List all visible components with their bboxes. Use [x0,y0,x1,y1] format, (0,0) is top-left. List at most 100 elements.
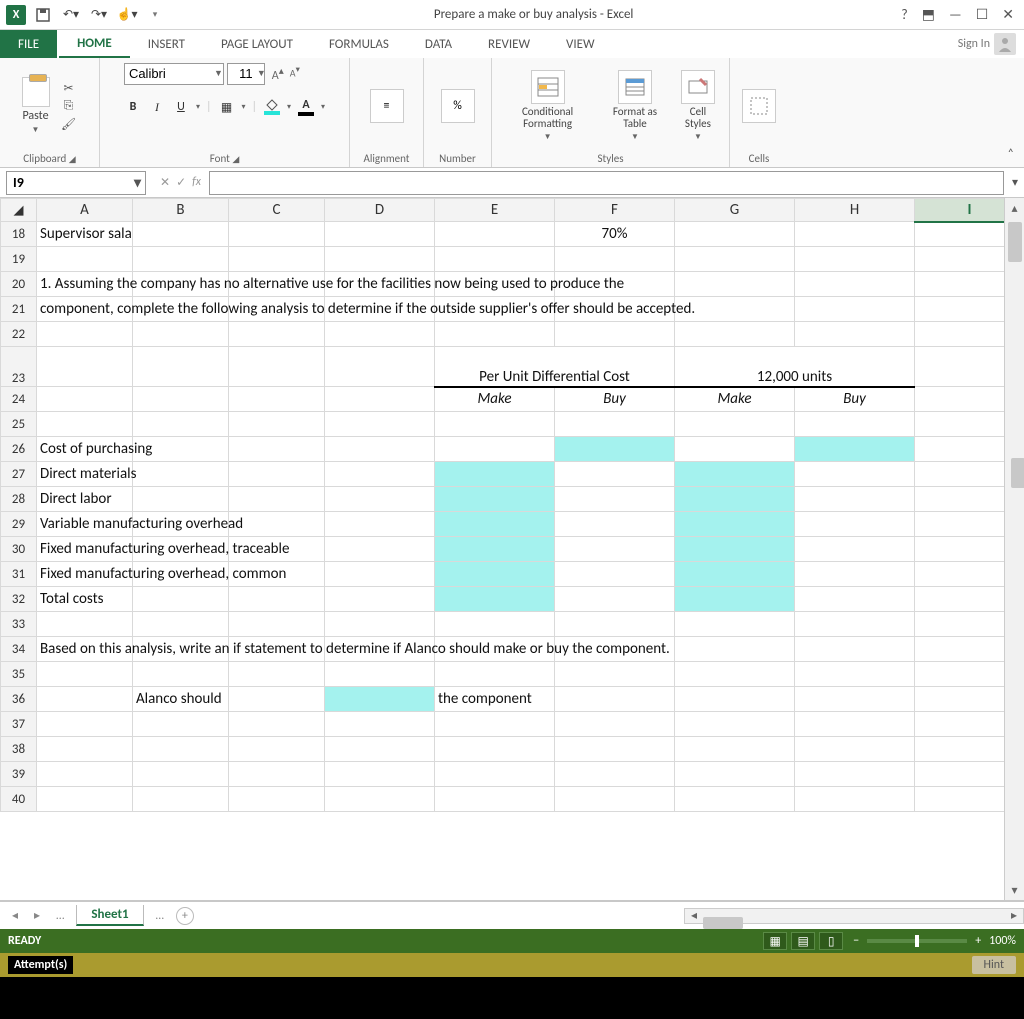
tab-data[interactable]: DATA [407,30,470,58]
cell-I34[interactable] [915,637,1005,662]
cell-H38[interactable] [795,737,915,762]
cell-D35[interactable] [325,662,435,687]
cell-G27[interactable] [675,462,795,487]
sheet-nav-next-icon[interactable]: ▸ [30,908,44,923]
cell-D29[interactable] [325,512,435,537]
cell-F32[interactable] [555,587,675,612]
row-header-38[interactable]: 38 [1,737,37,762]
cell-A24[interactable] [37,387,133,412]
cell-G35[interactable] [675,662,795,687]
italic-button[interactable]: I [148,97,166,117]
cancel-formula-icon[interactable]: ✕ [160,175,170,190]
cell-G37[interactable] [675,712,795,737]
row-header-37[interactable]: 37 [1,712,37,737]
cell-D22[interactable] [325,322,435,347]
cell-I37[interactable] [915,712,1005,737]
cell-H39[interactable] [795,762,915,787]
view-page-break-icon[interactable]: ▯ [819,932,843,950]
cell-H31[interactable] [795,562,915,587]
cell-I25[interactable] [915,412,1005,437]
cell-F30[interactable] [555,537,675,562]
tab-view[interactable]: VIEW [548,30,613,58]
row-header-22[interactable]: 22 [1,322,37,347]
cell-B37[interactable] [133,712,229,737]
row-header-30[interactable]: 30 [1,537,37,562]
cell-I19[interactable] [915,247,1005,272]
scroll-down-icon[interactable]: ▾ [1005,880,1024,900]
add-sheet-icon[interactable]: + [176,907,194,925]
cell-styles-button[interactable]: Cell Styles▼ [675,70,721,142]
cell-E23[interactable]: Per Unit Differential Cost [435,347,675,387]
cell-C28[interactable] [229,487,325,512]
cell-G31[interactable] [675,562,795,587]
cell-E39[interactable] [435,762,555,787]
ribbon-options-icon[interactable]: ⬒ [922,6,935,23]
paste-button[interactable]: Paste ▼ [22,77,50,135]
row-header-27[interactable]: 27 [1,462,37,487]
hint-button[interactable]: Hint [972,956,1016,974]
cell-E30[interactable] [435,537,555,562]
cell-H18[interactable] [795,222,915,247]
col-header-I[interactable]: I [915,199,1005,222]
cell-B35[interactable] [133,662,229,687]
row-header-35[interactable]: 35 [1,662,37,687]
cell-I29[interactable] [915,512,1005,537]
cell-C25[interactable] [229,412,325,437]
cell-I28[interactable] [915,487,1005,512]
row-header-24[interactable]: 24 [1,387,37,412]
cell-F37[interactable] [555,712,675,737]
cell-F38[interactable] [555,737,675,762]
cell-I26[interactable] [915,437,1005,462]
cell-I35[interactable] [915,662,1005,687]
cell-C35[interactable] [229,662,325,687]
cell-A40[interactable] [37,787,133,812]
increase-font-icon[interactable]: A▴ [270,62,286,85]
row-header-23[interactable]: 23 [1,347,37,387]
cell-C33[interactable] [229,612,325,637]
close-icon[interactable]: ✕ [1002,6,1014,23]
cell-H20[interactable] [795,272,915,297]
cell-I31[interactable] [915,562,1005,587]
cell-C36[interactable] [229,687,325,712]
cell-H28[interactable] [795,487,915,512]
cell-H24[interactable]: Buy [795,387,915,412]
cell-I32[interactable] [915,587,1005,612]
cell-A36[interactable] [37,687,133,712]
cell-G33[interactable] [675,612,795,637]
cell-F39[interactable] [555,762,675,787]
col-header-F[interactable]: F [555,199,675,222]
cell-D25[interactable] [325,412,435,437]
decrease-font-icon[interactable]: A▾ [288,62,302,85]
cell-F33[interactable] [555,612,675,637]
cell-E38[interactable] [435,737,555,762]
cell-E40[interactable] [435,787,555,812]
cell-A38[interactable] [37,737,133,762]
cell-D28[interactable] [325,487,435,512]
formula-input[interactable] [209,171,1004,195]
cell-A31[interactable]: Fixed manufacturing overhead, common [37,562,133,587]
cell-H26[interactable] [795,437,915,462]
cell-G34[interactable] [675,637,795,662]
cell-H21[interactable] [795,297,915,322]
cell-A18[interactable]: Supervisor salary [37,222,133,247]
cell-G25[interactable] [675,412,795,437]
cell-I23[interactable] [915,347,1005,387]
scroll-left-icon[interactable]: ◂ [685,908,703,923]
cell-G32[interactable] [675,587,795,612]
bold-button[interactable]: B [124,97,142,117]
cell-G18[interactable] [675,222,795,247]
row-header-18[interactable]: 18 [1,222,37,247]
cell-H19[interactable] [795,247,915,272]
row-header-40[interactable]: 40 [1,787,37,812]
col-header-H[interactable]: H [795,199,915,222]
cell-E26[interactable] [435,437,555,462]
cell-G23[interactable]: 12,000 units [675,347,915,387]
zoom-level[interactable]: 100% [989,934,1016,948]
cell-A28[interactable]: Direct labor [37,487,133,512]
cell-E25[interactable] [435,412,555,437]
cell-C39[interactable] [229,762,325,787]
sign-in[interactable]: Sign In [958,30,1024,58]
cell-I33[interactable] [915,612,1005,637]
row-header-21[interactable]: 21 [1,297,37,322]
collapse-ribbon-icon[interactable]: ˄ [1008,58,1024,167]
